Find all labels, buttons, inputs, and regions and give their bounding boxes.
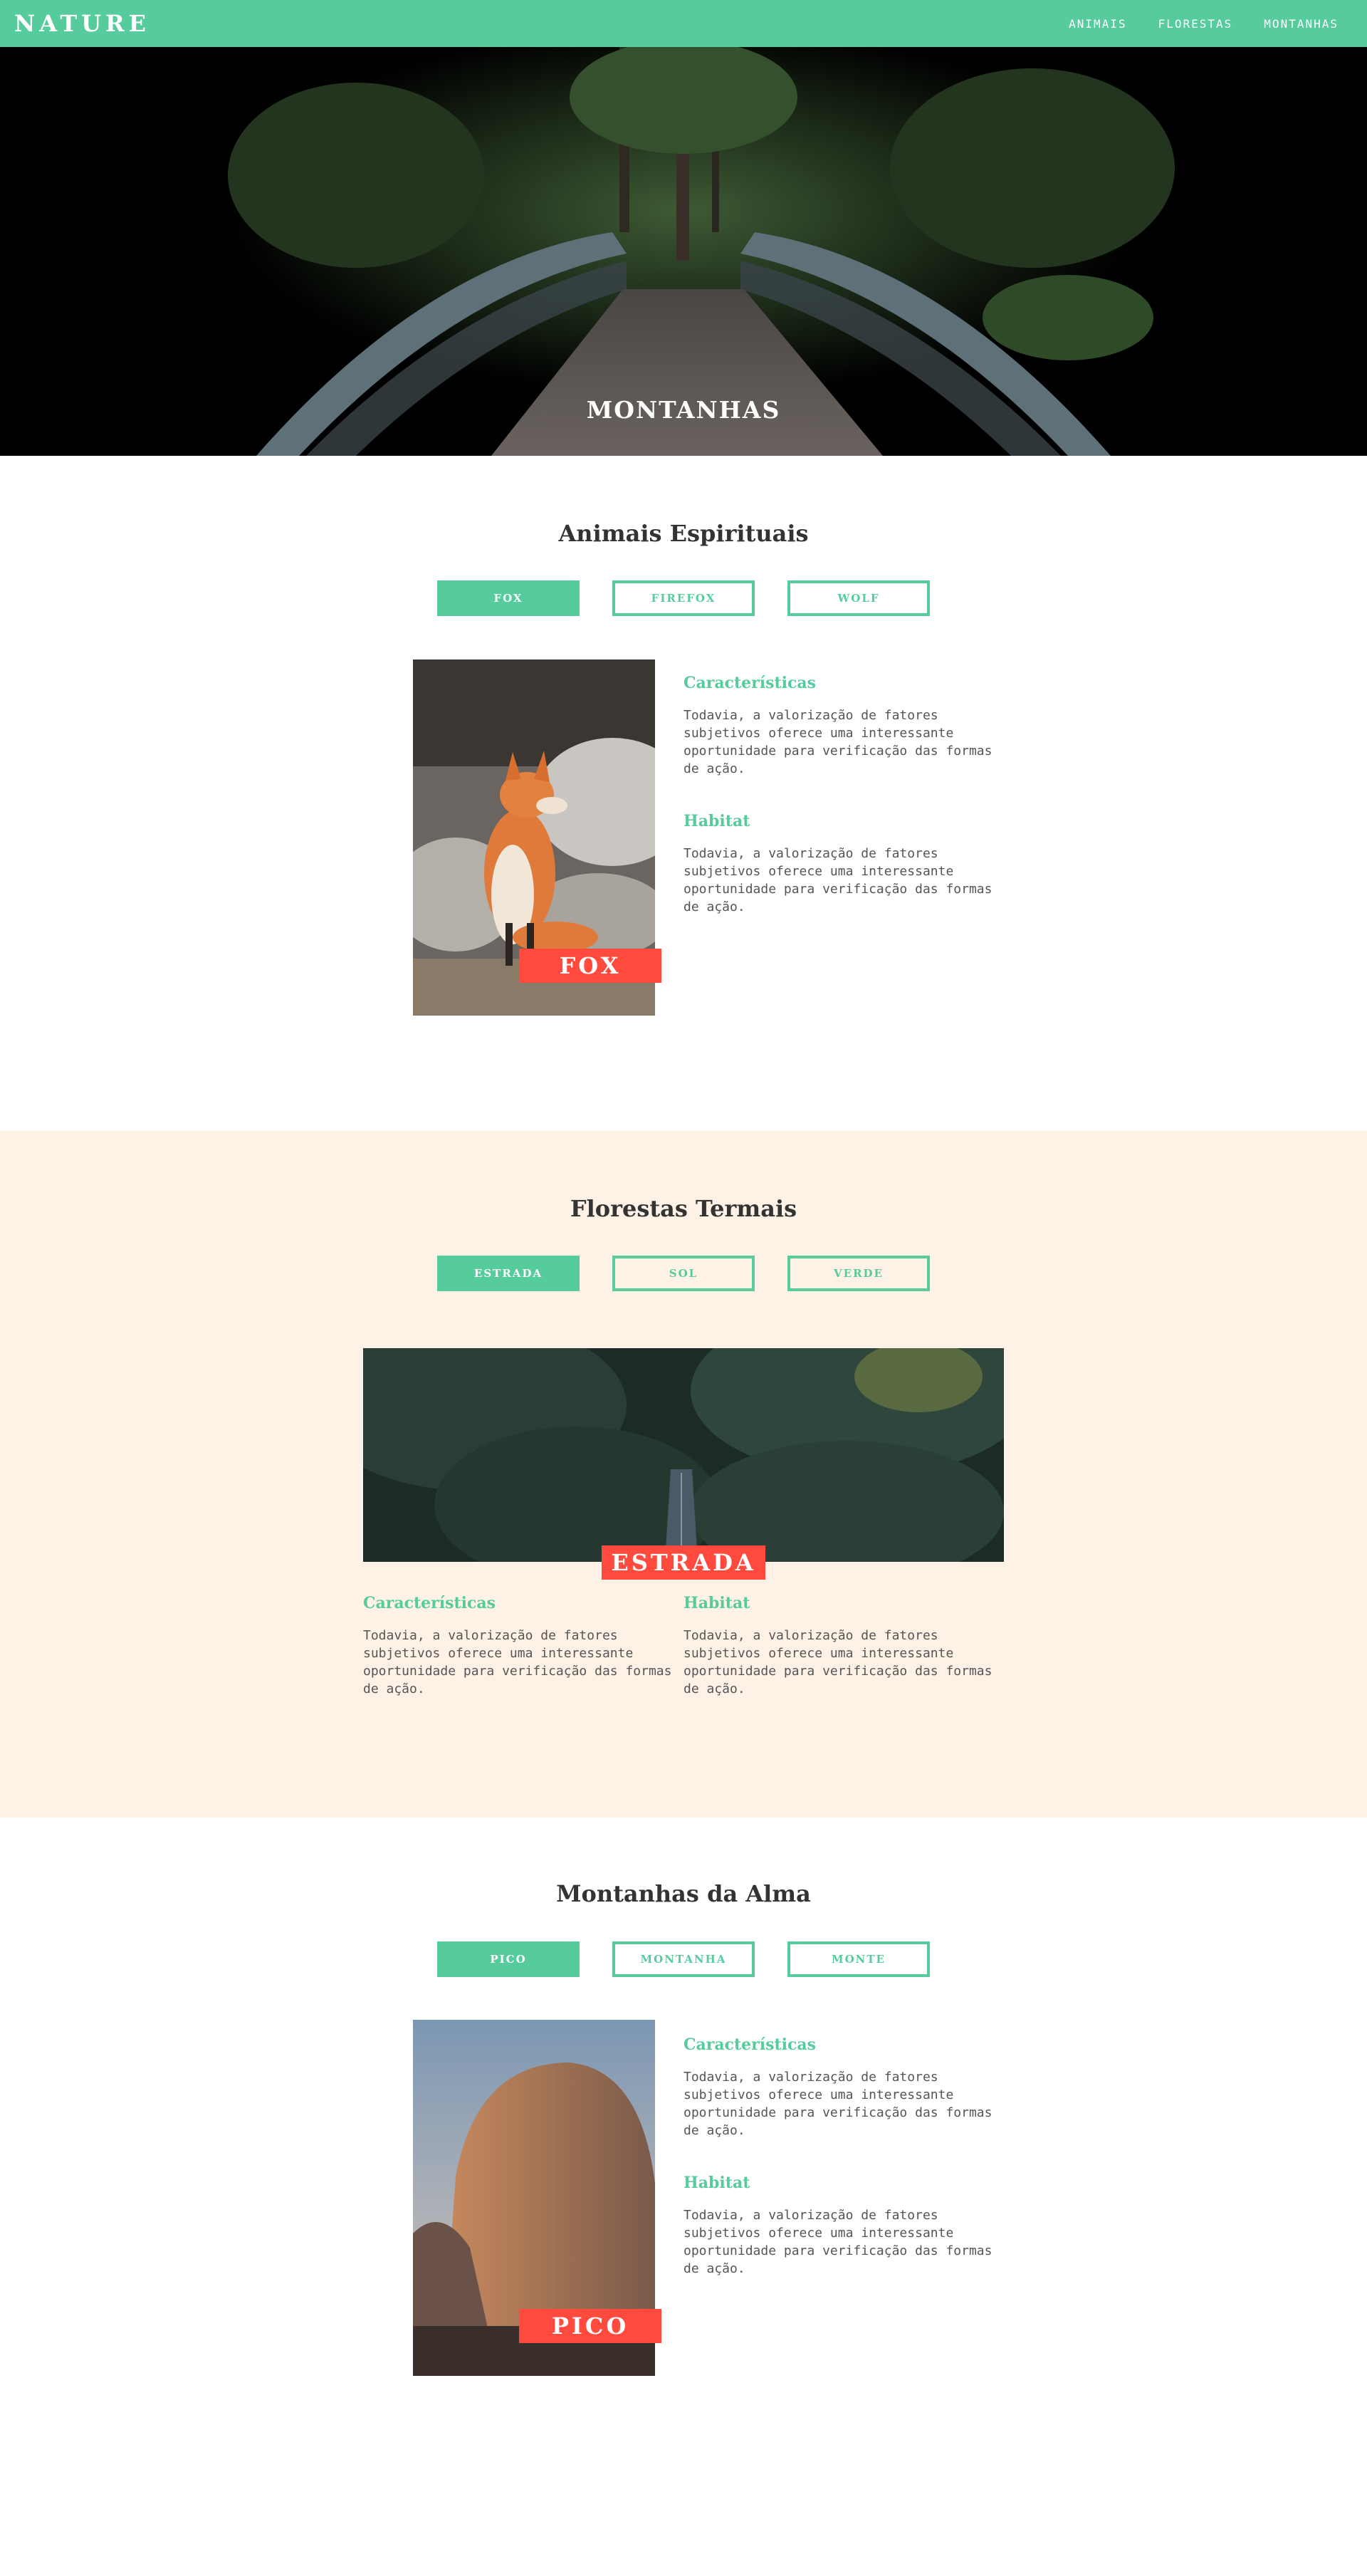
section-florestas: Florestas Termais ESTRADA SOL VERDE ESTR… bbox=[0, 1131, 1367, 1818]
tab-verde[interactable]: VERDE bbox=[787, 1256, 930, 1291]
tab-pico[interactable]: PICO bbox=[437, 1941, 580, 1977]
info-habitat: Habitat Todavia, a valorização de fatore… bbox=[684, 2174, 997, 2278]
nav-link-florestas[interactable]: FLORESTAS bbox=[1158, 17, 1233, 31]
info-heading: Características bbox=[363, 1594, 496, 1612]
photo-badge: ESTRADA bbox=[602, 1545, 765, 1580]
tab-group: FOX FIREFOX WOLF bbox=[0, 580, 1367, 616]
info-text: Todavia, a valorização de fatores subjet… bbox=[684, 1628, 992, 1696]
tab-fox[interactable]: FOX bbox=[437, 580, 580, 616]
info-heading: Habitat bbox=[684, 1594, 750, 1612]
info-heading: Características bbox=[684, 674, 817, 692]
section-title: Animais Espirituais bbox=[558, 520, 809, 547]
nav-link-animais[interactable]: ANIMAIS bbox=[1069, 17, 1126, 31]
section-title: Florestas Termais bbox=[570, 1195, 797, 1222]
info-text: Todavia, a valorização de fatores subjet… bbox=[684, 708, 992, 776]
section-title: Montanhas da Alma bbox=[556, 1880, 811, 1907]
info-heading: Habitat bbox=[684, 2174, 750, 2192]
info-heading: Habitat bbox=[684, 812, 750, 830]
info-characteristics: Características Todavia, a valorização d… bbox=[363, 1594, 676, 1698]
main-nav: ANIMAIS FLORESTAS MONTANHAS bbox=[1069, 0, 1339, 47]
tab-group: ESTRADA SOL VERDE bbox=[0, 1256, 1367, 1291]
hero-title: MONTANHAS bbox=[586, 396, 781, 424]
tab-montanha[interactable]: MONTANHA bbox=[612, 1941, 755, 1977]
photo-badge: PICO bbox=[519, 2309, 661, 2343]
site-header: NATURE ANIMAIS FLORESTAS MONTANHAS bbox=[0, 0, 1367, 47]
info-habitat: Habitat Todavia, a valorização de fatore… bbox=[684, 812, 997, 916]
site-logo[interactable]: NATURE bbox=[14, 7, 150, 40]
tab-wolf[interactable]: WOLF bbox=[787, 580, 930, 616]
tab-monte[interactable]: MONTE bbox=[787, 1941, 930, 1977]
info-text: Todavia, a valorização de fatores subjet… bbox=[363, 1628, 672, 1696]
section-animais: Animais Espirituais FOX FIREFOX WOLF FOX… bbox=[0, 456, 1367, 1131]
info-characteristics: Características Todavia, a valorização d… bbox=[684, 674, 997, 778]
info-text: Todavia, a valorização de fatores subjet… bbox=[684, 2208, 992, 2276]
info-text: Todavia, a valorização de fatores subjet… bbox=[684, 846, 992, 914]
hero-banner: MONTANHAS bbox=[0, 47, 1367, 456]
hero-bridge-image bbox=[0, 47, 1367, 456]
tab-estrada[interactable]: ESTRADA bbox=[437, 1256, 580, 1291]
tab-group: PICO MONTANHA MONTE bbox=[0, 1941, 1367, 1977]
info-text: Todavia, a valorização de fatores subjet… bbox=[684, 2070, 992, 2138]
section-montanhas: Montanhas da Alma PICO MONTANHA MONTE PI… bbox=[0, 1818, 1367, 2576]
tab-sol[interactable]: SOL bbox=[612, 1256, 755, 1291]
tab-firefox[interactable]: FIREFOX bbox=[612, 580, 755, 616]
info-heading: Características bbox=[684, 2035, 817, 2054]
forest-road-photo bbox=[363, 1348, 1004, 1562]
nav-link-montanhas[interactable]: MONTANHAS bbox=[1264, 17, 1339, 31]
photo-badge: FOX bbox=[519, 949, 661, 983]
info-characteristics: Características Todavia, a valorização d… bbox=[684, 2035, 997, 2139]
info-habitat: Habitat Todavia, a valorização de fatore… bbox=[684, 1594, 997, 1698]
